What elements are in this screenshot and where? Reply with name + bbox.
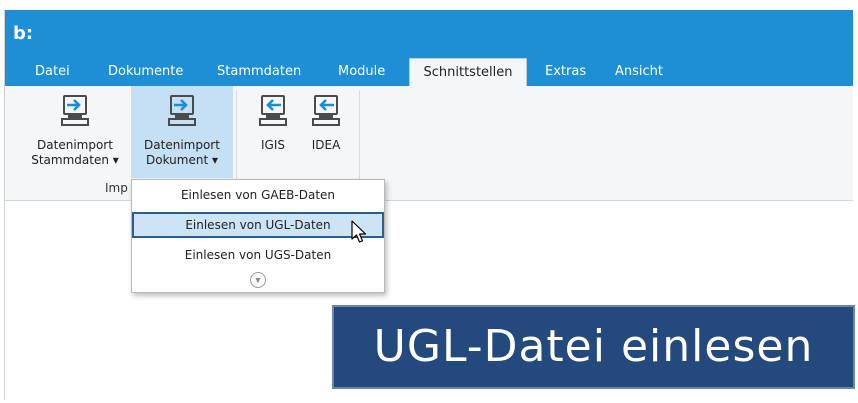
mouse-cursor-icon (351, 220, 367, 243)
tab-module[interactable]: Module (338, 58, 385, 86)
screenshot-frame: b: Datei Dokumente Stammdaten Module Sch… (0, 0, 858, 403)
button-label: IGIS (261, 138, 285, 152)
menu-bar: Datei Dokumente Stammdaten Module Schnit… (5, 58, 853, 87)
group-separator (359, 90, 360, 190)
app-logo: b: (13, 23, 34, 44)
caption-overlay: UGL-Datei einlesen (332, 305, 855, 389)
tab-datei[interactable]: Datei (35, 58, 70, 86)
idea-button[interactable]: IDEA (303, 86, 349, 178)
menu-item-ugl[interactable]: Einlesen von UGL-Daten (132, 212, 384, 238)
button-label-line2: Dokument ▾ (146, 153, 218, 167)
button-label-line1: Datenimport (37, 138, 113, 152)
button-label-line1: Datenimport (144, 138, 220, 152)
tab-stammdaten[interactable]: Stammdaten (217, 58, 301, 86)
computer-export-icon (259, 95, 287, 126)
datenimport-stammdaten-button[interactable]: Datenimport Stammdaten ▾ (23, 86, 127, 178)
button-label: IDEA (311, 138, 341, 152)
tab-schnittstellen[interactable]: Schnittstellen (409, 58, 527, 87)
tab-dokumente[interactable]: Dokumente (108, 58, 183, 86)
computer-export-icon (312, 95, 340, 126)
title-bar: b: (5, 10, 853, 58)
menu-item-gaeb[interactable]: Einlesen von GAEB-Daten (132, 182, 384, 208)
computer-import-icon (61, 95, 89, 126)
menu-item-ugs[interactable]: Einlesen von UGS-Daten (132, 242, 384, 268)
igis-button[interactable]: IGIS (251, 86, 295, 178)
datenimport-dropdown-menu: Einlesen von GAEB-Daten Einlesen von UGL… (131, 179, 385, 293)
group-separator (236, 90, 237, 190)
chevron-down-circle-icon[interactable]: ▼ (250, 272, 266, 288)
ribbon-group-label: Imp (105, 181, 128, 195)
datenimport-dokument-button[interactable]: Datenimport Dokument ▾ (131, 86, 233, 178)
tab-ansicht[interactable]: Ansicht (615, 58, 663, 86)
computer-import-icon (168, 95, 196, 126)
button-label-line2: Stammdaten ▾ (31, 153, 119, 167)
tab-extras[interactable]: Extras (545, 58, 586, 86)
